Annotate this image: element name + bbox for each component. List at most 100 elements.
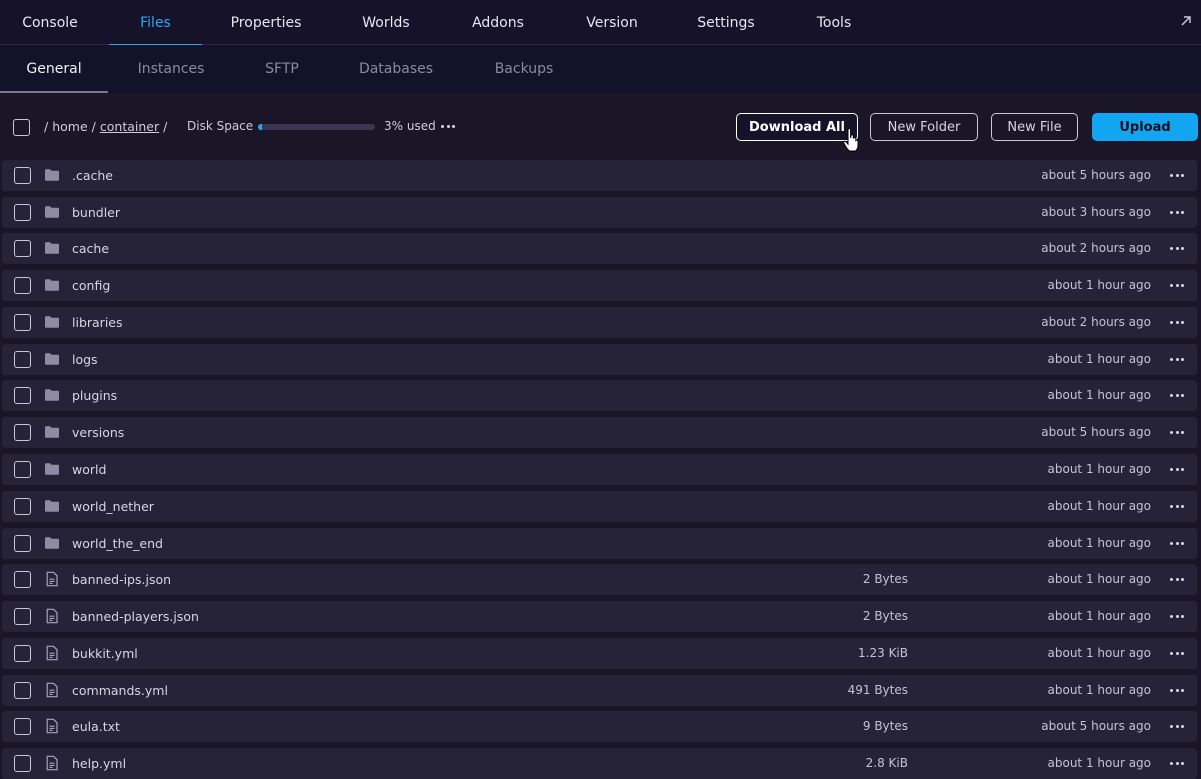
file-row[interactable]: cache about 2 hours ago (2, 233, 1197, 264)
file-row[interactable]: .cache about 5 hours ago (2, 160, 1197, 191)
download-all-button[interactable]: Download All (736, 113, 858, 141)
tab-addons[interactable]: Addons (460, 0, 536, 45)
disk-space-label: Disk Space (187, 119, 254, 133)
file-row[interactable]: plugins about 1 hour ago (2, 380, 1197, 411)
file-name[interactable]: bundler (72, 205, 120, 220)
file-row[interactable]: config about 1 hour ago (2, 270, 1197, 301)
row-more-icon[interactable] (1170, 211, 1184, 214)
tab-console[interactable]: Console (8, 0, 92, 45)
row-checkbox[interactable] (14, 424, 31, 441)
new-file-button[interactable]: New File (991, 113, 1078, 141)
row-more-icon[interactable] (1170, 615, 1184, 618)
file-row[interactable]: world about 1 hour ago (2, 454, 1197, 485)
row-more-icon[interactable] (1170, 174, 1184, 177)
file-row[interactable]: libraries about 2 hours ago (2, 307, 1197, 338)
row-checkbox[interactable] (14, 645, 31, 662)
file-name[interactable]: help.yml (72, 756, 126, 771)
breadcrumb-container[interactable]: container (100, 119, 159, 134)
folder-icon (45, 279, 59, 291)
file-modified: about 1 hour ago (1047, 609, 1152, 623)
file-name[interactable]: config (72, 278, 110, 293)
file-name[interactable]: world (72, 462, 106, 477)
subtab-instances[interactable]: Instances (122, 45, 220, 93)
tab-properties[interactable]: Properties (220, 0, 312, 45)
row-checkbox[interactable] (14, 461, 31, 478)
file-name[interactable]: world_nether (72, 499, 154, 514)
file-modified: about 1 hour ago (1047, 278, 1152, 292)
file-row[interactable]: help.yml 2.8 KiB about 1 hour ago (2, 748, 1197, 779)
file-name[interactable]: versions (72, 425, 124, 440)
subtab-general[interactable]: General (0, 45, 108, 93)
row-more-icon[interactable] (1170, 247, 1184, 250)
row-checkbox[interactable] (14, 314, 31, 331)
file-row[interactable]: world_nether about 1 hour ago (2, 491, 1197, 522)
row-checkbox[interactable] (14, 204, 31, 221)
file-row[interactable]: eula.txt 9 Bytes about 5 hours ago (2, 711, 1197, 742)
file-name[interactable]: banned-players.json (72, 609, 199, 624)
row-more-icon[interactable] (1170, 394, 1184, 397)
row-more-icon[interactable] (1170, 505, 1184, 508)
file-name[interactable]: world_the_end (72, 536, 163, 551)
row-more-icon[interactable] (1170, 431, 1184, 434)
row-more-icon[interactable] (1170, 652, 1184, 655)
file-name[interactable]: logs (72, 352, 98, 367)
file-name[interactable]: eula.txt (72, 719, 120, 734)
file-name[interactable]: banned-ips.json (72, 572, 171, 587)
tab-files[interactable]: Files (109, 0, 202, 46)
row-checkbox[interactable] (14, 387, 31, 404)
row-checkbox[interactable] (14, 755, 31, 772)
folder-icon (45, 206, 59, 218)
file-row[interactable]: bukkit.yml 1.23 KiB about 1 hour ago (2, 638, 1197, 669)
new-folder-button[interactable]: New Folder (870, 113, 978, 141)
tab-worlds[interactable]: Worlds (348, 0, 424, 45)
upload-button[interactable]: Upload (1092, 113, 1198, 141)
file-name[interactable]: cache (72, 241, 109, 256)
file-row[interactable]: logs about 1 hour ago (2, 344, 1197, 375)
row-checkbox[interactable] (14, 498, 31, 515)
subtab-backups[interactable]: Backups (482, 45, 566, 93)
row-checkbox[interactable] (14, 682, 31, 699)
file-row[interactable]: commands.yml 491 Bytes about 1 hour ago (2, 675, 1197, 706)
row-checkbox[interactable] (14, 718, 31, 735)
row-checkbox[interactable] (14, 608, 31, 625)
row-more-icon[interactable] (1170, 762, 1184, 765)
subtab-sftp[interactable]: SFTP (252, 45, 312, 93)
file-row[interactable]: banned-ips.json 2 Bytes about 1 hour ago (2, 564, 1197, 595)
row-more-icon[interactable] (1170, 468, 1184, 471)
row-checkbox[interactable] (14, 535, 31, 552)
file-name[interactable]: libraries (72, 315, 123, 330)
row-checkbox[interactable] (14, 277, 31, 294)
row-checkbox[interactable] (14, 167, 31, 184)
file-size: 1.23 KiB (858, 646, 908, 660)
row-checkbox[interactable] (14, 571, 31, 588)
row-more-icon[interactable] (1170, 542, 1184, 545)
file-name[interactable]: bukkit.yml (72, 646, 138, 661)
select-all-checkbox[interactable] (13, 119, 30, 136)
file-modified: about 5 hours ago (1041, 168, 1151, 182)
tab-tools[interactable]: Tools (804, 0, 864, 45)
file-name[interactable]: plugins (72, 388, 117, 403)
row-more-icon[interactable] (1170, 725, 1184, 728)
file-row[interactable]: bundler about 3 hours ago (2, 197, 1197, 228)
file-row[interactable]: versions about 5 hours ago (2, 417, 1197, 448)
file-row[interactable]: banned-players.json 2 Bytes about 1 hour a… (2, 601, 1197, 632)
row-more-icon[interactable] (1170, 321, 1184, 324)
subtab-databases[interactable]: Databases (346, 45, 446, 93)
row-checkbox[interactable] (14, 351, 31, 368)
tab-settings[interactable]: Settings (686, 0, 766, 45)
file-name[interactable]: .cache (72, 168, 113, 183)
row-checkbox[interactable] (14, 240, 31, 257)
row-more-icon[interactable] (1170, 358, 1184, 361)
row-more-icon[interactable] (1170, 578, 1184, 581)
breadcrumb-separator: / (44, 119, 49, 134)
file-modified: about 1 hour ago (1047, 572, 1152, 586)
file-modified: about 1 hour ago (1047, 646, 1152, 660)
folder-icon (45, 537, 59, 549)
external-link-icon[interactable] (1179, 14, 1193, 28)
file-row[interactable]: world_the_end about 1 hour ago (2, 528, 1197, 559)
file-name[interactable]: commands.yml (72, 683, 168, 698)
row-more-icon[interactable] (1170, 284, 1184, 287)
tab-version[interactable]: Version (574, 0, 650, 45)
toolbar-more-icon[interactable] (441, 125, 455, 128)
row-more-icon[interactable] (1170, 689, 1184, 692)
